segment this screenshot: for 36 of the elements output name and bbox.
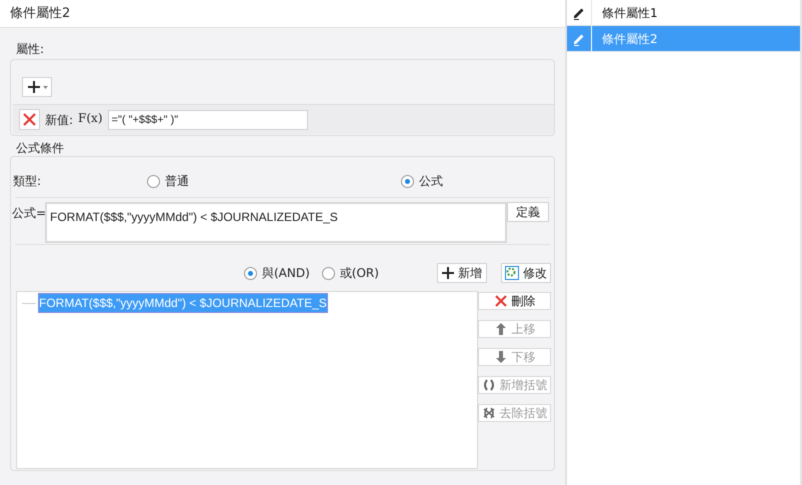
attribute-list-item[interactable]: 條件屬性1 [567,0,800,26]
radio-button[interactable] [147,174,160,188]
formula-field[interactable]: FORMAT($$$,"yyyyMMdd") < $JOURNALIZEDATE_S [45,202,507,243]
close-icon [23,113,36,126]
pencil-icon [572,32,586,46]
pencil-icon [572,6,586,20]
formula-label: 公式= [12,205,46,222]
type-label: 類型: [13,173,42,190]
delete-button[interactable]: 刪除 [478,292,551,310]
up-arrow-icon [494,322,508,336]
modify-button[interactable]: 修改 [501,263,551,283]
add-dropdown-button[interactable] [22,77,52,97]
radio-button[interactable] [401,174,414,188]
delete-button[interactable] [19,109,40,130]
radio-label: 普通 [165,173,189,190]
formula-button[interactable]: F(x) [78,112,103,128]
group-legend: 屬性: [15,40,46,58]
remove-parentheses-icon [482,406,496,420]
caret-icon [42,86,48,88]
new-value-field[interactable]: ="( "+$$$+" )" [108,110,308,130]
down-arrow-icon [494,350,508,364]
parentheses-icon [482,378,496,392]
plus-icon [26,80,40,94]
panel-title: 條件屬性2 [10,4,70,23]
radio-button[interactable] [322,266,335,280]
plus-icon [442,267,454,279]
radio-label: 或(OR) [340,265,379,282]
radio-button[interactable] [244,266,257,280]
add-button[interactable]: 新增 [437,263,487,283]
radio-label: 與(AND) [262,265,310,282]
group-legend: 公式條件 [15,142,65,154]
close-icon [494,294,508,308]
radio-label: 公式 [419,173,443,190]
define-button[interactable]: 定義 [507,202,549,222]
new-value-label: 新值: [45,112,74,128]
gear-icon [505,266,519,280]
